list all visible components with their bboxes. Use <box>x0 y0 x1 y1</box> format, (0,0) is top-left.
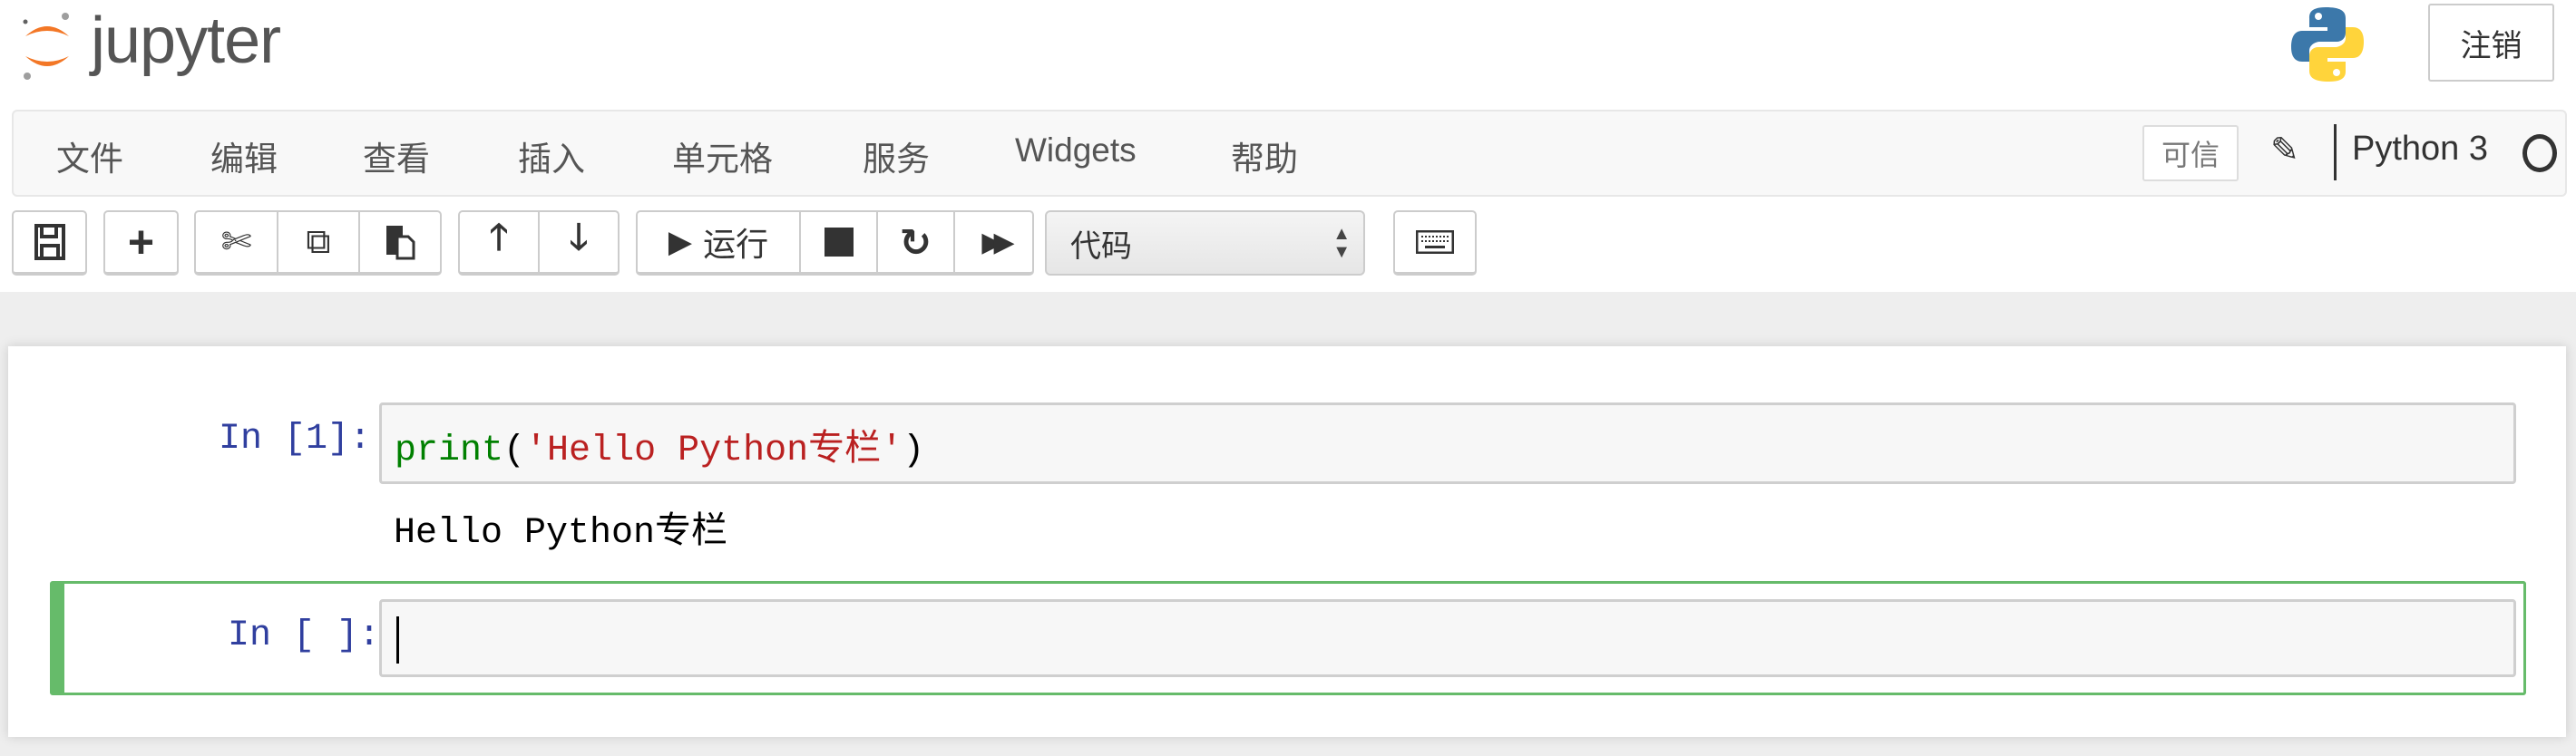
insert-cell-button[interactable]: + <box>103 210 179 276</box>
run-button-group: ▶ 运行 ↻ ▶▶ <box>636 210 1034 276</box>
edit-button-group: ✄ ⧉ <box>194 210 442 276</box>
menu-cell[interactable]: 单元格 <box>672 131 773 180</box>
code-editor[interactable] <box>379 599 2516 677</box>
jupyter-logo-icon <box>23 13 69 80</box>
play-icon: ▶ <box>668 225 693 259</box>
header: jupyter 注销 文件 编辑 查看 插入 单元格 服务 Widgets 帮助… <box>0 0 2576 292</box>
logo-text: jupyter <box>91 5 281 77</box>
keyboard-icon <box>1416 230 1454 254</box>
arrow-up-icon: 🡑 <box>489 218 509 257</box>
stop-icon <box>824 228 854 257</box>
jupyter-logo[interactable]: jupyter <box>20 5 310 85</box>
input-prompt: In [ ]: <box>227 615 380 656</box>
fast-forward-icon: ▶▶ <box>981 227 1014 257</box>
code-string: 'Hello Python专栏' <box>525 431 903 471</box>
command-palette-button[interactable] <box>1393 210 1477 276</box>
restart-run-all-button[interactable]: ▶▶ <box>953 210 1034 276</box>
cell-type-select[interactable]: 代码 ▲ ▼ <box>1045 210 1365 276</box>
cell-output: Hello Python专栏 <box>394 513 728 554</box>
input-prompt: In [1]: <box>218 419 371 460</box>
kernel-divider <box>2334 124 2337 180</box>
code-editor[interactable]: print('Hello Python专栏') <box>379 402 2516 484</box>
kernel-idle-icon <box>2522 134 2557 172</box>
cut-icon: ✄ <box>220 222 252 262</box>
save-button[interactable] <box>12 210 87 276</box>
paste-button[interactable] <box>358 210 442 276</box>
arrow-down-icon: 🡓 <box>569 218 589 257</box>
menu-kernel[interactable]: 服务 <box>863 131 930 180</box>
run-label: 运行 <box>703 226 769 263</box>
save-icon <box>34 224 65 260</box>
pencil-icon[interactable]: ✎ <box>2270 130 2299 170</box>
code-paren: ) <box>903 431 925 471</box>
text-cursor <box>396 616 399 664</box>
interrupt-button[interactable] <box>799 210 878 276</box>
code-cell-1[interactable]: In [1]: print('Hello Python专栏') Hello Py… <box>8 346 2566 554</box>
cut-button[interactable]: ✄ <box>194 210 278 276</box>
notebook-container: In [1]: print('Hello Python专栏') Hello Py… <box>8 346 2566 737</box>
move-down-button[interactable]: 🡓 <box>538 210 620 276</box>
select-arrows-icon: ▲ ▼ <box>1332 224 1351 262</box>
menu-widgets[interactable]: Widgets <box>1015 131 1137 170</box>
paste-icon <box>386 226 415 260</box>
menu-view[interactable]: 查看 <box>363 131 430 180</box>
python-logo-icon <box>2291 7 2364 82</box>
copy-icon: ⧉ <box>306 222 331 261</box>
run-button[interactable]: ▶ 运行 <box>636 210 801 276</box>
menu-edit[interactable]: 编辑 <box>210 131 278 180</box>
copy-button[interactable]: ⧉ <box>277 210 360 276</box>
menu-insert[interactable]: 插入 <box>518 131 585 180</box>
logout-button[interactable]: 注销 <box>2428 4 2554 82</box>
menubar: 文件 编辑 查看 插入 单元格 服务 Widgets 帮助 可信 ✎ Pytho… <box>12 110 2567 197</box>
menu-file[interactable]: 文件 <box>56 131 123 180</box>
menu-help[interactable]: 帮助 <box>1231 131 1298 180</box>
restart-button[interactable]: ↻ <box>876 210 955 276</box>
move-button-group: 🡑 🡓 <box>458 210 620 276</box>
code-paren: ( <box>503 431 526 471</box>
kernel-name: Python 3 <box>2352 130 2488 168</box>
code-keyword: print <box>395 431 504 471</box>
restart-icon: ↻ <box>899 220 932 264</box>
cell-type-value: 代码 <box>1070 228 1132 264</box>
plus-icon: + <box>127 217 155 267</box>
code-cell-2-selected[interactable]: In [ ]: <box>50 581 2526 695</box>
trusted-badge[interactable]: 可信 <box>2142 125 2239 181</box>
move-up-button[interactable]: 🡑 <box>458 210 540 276</box>
